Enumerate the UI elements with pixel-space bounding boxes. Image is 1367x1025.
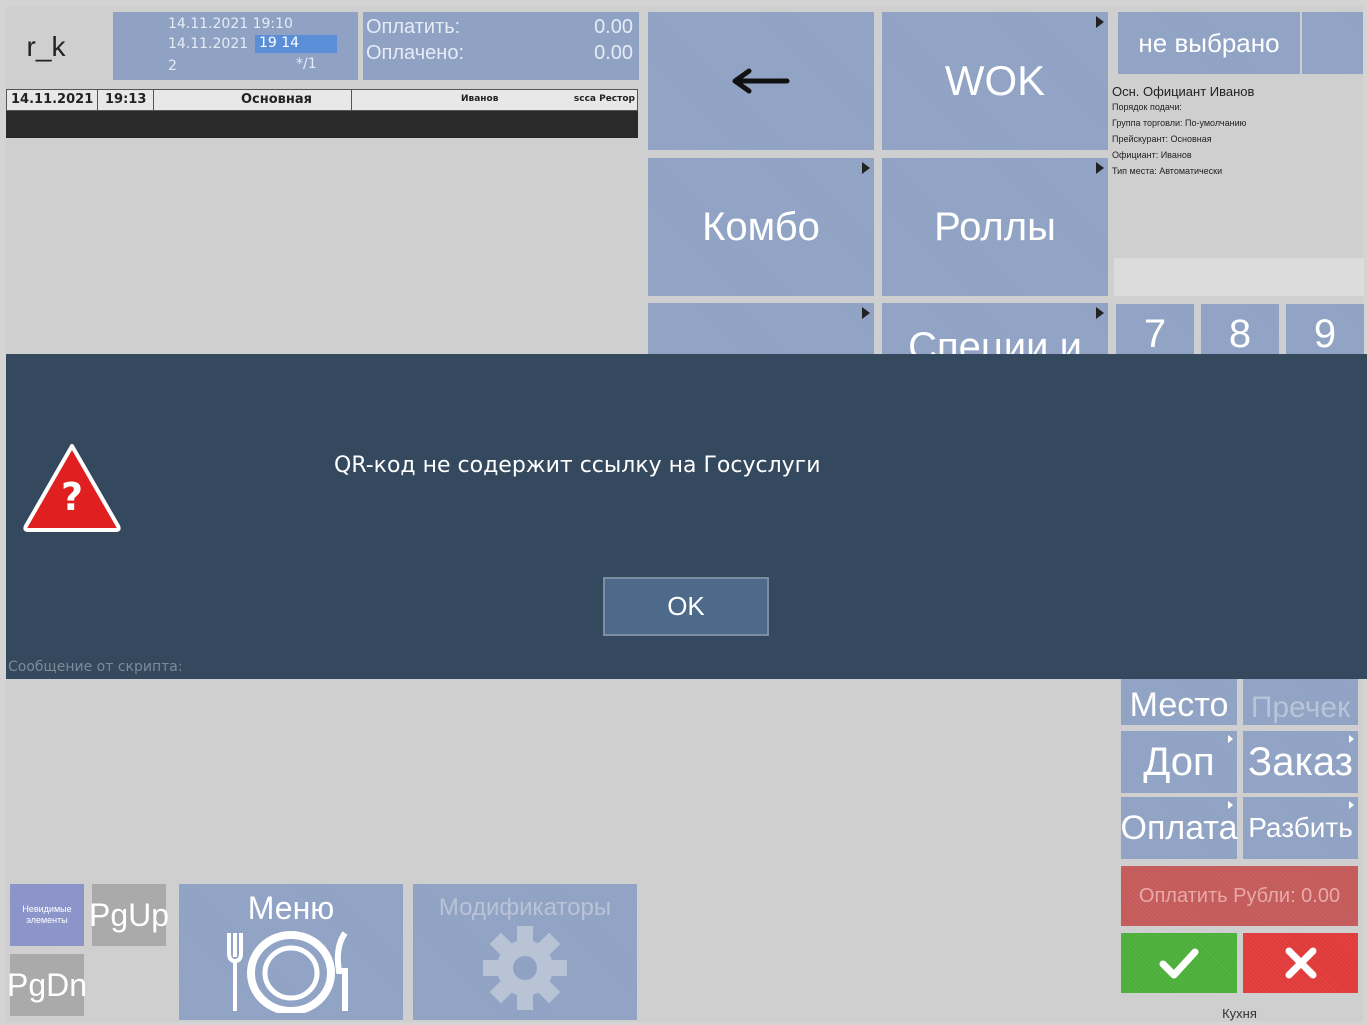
submenu-arrow-icon — [862, 307, 870, 319]
status-date: 14.11.2021 — [11, 92, 94, 107]
main-waiter-line: Осн. Официант Иванов — [1112, 84, 1362, 99]
not-selected-label: не выбрано — [1138, 27, 1280, 58]
category-spices[interactable]: Специи и — [882, 303, 1108, 354]
pay-rubles-label: Оплатить Рубли: 0.00 — [1138, 884, 1341, 907]
submenu-arrow-icon — [1096, 16, 1104, 28]
numpad-9[interactable]: 9 — [1286, 304, 1364, 354]
category-wok-label: WOK — [944, 57, 1046, 104]
pgdn-button[interactable]: PgDn — [6, 954, 88, 1016]
split-button[interactable]: Разбить — [1243, 797, 1358, 859]
svg-text:?: ? — [61, 475, 83, 519]
info-panel: Осн. Официант Иванов Порядок подачи: Гру… — [1112, 84, 1362, 254]
info-line: Группа торговли: По-умолчанию — [1112, 118, 1247, 128]
submenu-arrow-icon — [1228, 801, 1233, 809]
info-lines: Порядок подачи: Группа торговли: По-умол… — [1112, 99, 1362, 179]
dialog-message: QR-код не содержит ссылку на Госуслуги — [334, 453, 821, 478]
extra-button[interactable]: Доп — [1121, 731, 1237, 793]
invisible-elements-label: Невидимые элементы — [22, 904, 72, 925]
guest-count: 2 — [168, 58, 177, 74]
table-suffix: */1 — [296, 56, 317, 72]
info-line: Официант: Иванов — [1112, 150, 1192, 160]
status-waiter: Иванов — [461, 94, 499, 104]
modifiers-label: Модификаторы — [438, 894, 612, 921]
category-combo-label: Комбо — [702, 204, 820, 249]
pay-rubles-button[interactable]: Оплатить Рубли: 0.00 — [1121, 866, 1358, 926]
info-line: Порядок подачи: — [1112, 102, 1182, 112]
question-warning-icon: ? — [23, 444, 121, 532]
side-button[interactable] — [1302, 12, 1363, 74]
order-open-time: 14.11.2021 19:10 — [168, 16, 293, 32]
numpad-8[interactable]: 8 — [1201, 304, 1279, 354]
paid-label: Оплачено: — [366, 42, 465, 64]
menu-button[interactable]: Меню — [179, 884, 403, 1020]
logo: r_k — [26, 31, 66, 62]
numpad-9-label: 9 — [1313, 312, 1337, 354]
submenu-arrow-icon — [1228, 735, 1233, 743]
status-divider — [153, 90, 154, 110]
order-button[interactable]: Заказ — [1243, 731, 1358, 793]
modifiers-button[interactable]: Модификаторы — [413, 884, 637, 1020]
kitchen-label: Кухня — [1222, 1006, 1257, 1021]
submenu-arrow-icon — [1096, 307, 1104, 319]
order-label: Заказ — [1248, 739, 1353, 784]
ok-button[interactable]: OK — [603, 577, 769, 636]
back-button[interactable] — [648, 12, 874, 150]
gear-icon — [483, 926, 567, 1010]
place-button[interactable]: Место — [1121, 679, 1237, 725]
submenu-arrow-icon — [1349, 801, 1354, 809]
status-restaurant: scca Рестор — [573, 94, 635, 104]
info-line: Прейскурант: Основная — [1112, 134, 1212, 144]
main-waiter-label: Осн. Официант — [1112, 84, 1207, 99]
pgup-label: PgUp — [88, 896, 170, 933]
place-label: Место — [1129, 686, 1229, 724]
precheck-label: Пречек — [1250, 691, 1351, 724]
paid-value: 0.00 — [594, 42, 633, 64]
cross-icon — [1285, 947, 1316, 979]
cancel-button[interactable] — [1243, 933, 1358, 993]
info-input-strip[interactable] — [1114, 258, 1364, 296]
numpad-8-label: 8 — [1228, 312, 1252, 354]
status-bar: 14.11.2021 19:13 Основная Иванов scca Ре… — [6, 89, 638, 111]
category-wok[interactable]: WOK — [882, 12, 1108, 150]
numpad-7[interactable]: 7 — [1116, 304, 1194, 354]
main-waiter-name: Иванов — [1209, 84, 1255, 99]
arrow-left-icon — [732, 68, 790, 94]
menu-label: Меню — [247, 890, 335, 926]
precheck-button[interactable]: Пречек — [1243, 679, 1358, 725]
category-spices-label: Специи и — [908, 325, 1082, 354]
payment-label: Оплата — [1120, 808, 1238, 847]
invisible-elements-button[interactable]: Невидимые элементы — [10, 884, 84, 946]
payment-button[interactable]: Оплата — [1121, 797, 1237, 859]
status-divider — [97, 90, 98, 110]
category-rolls-label: Роллы — [934, 204, 1056, 249]
info-line: Тип места: Автоматически — [1112, 166, 1223, 176]
numpad-7-label: 7 — [1143, 312, 1167, 354]
to-pay-label: Оплатить: — [366, 16, 461, 38]
order-current-time: 19 14 — [255, 35, 337, 53]
order-current-date: 14.11.2021 — [168, 36, 249, 52]
pgdn-label: PgDn — [6, 966, 88, 1003]
status-time: 19:13 — [105, 92, 147, 107]
extra-label: Доп — [1143, 739, 1215, 784]
submenu-arrow-icon — [862, 162, 870, 174]
status-menu-name: Основная — [241, 92, 312, 107]
to-pay-value: 0.00 — [594, 16, 633, 38]
confirm-button[interactable] — [1121, 933, 1237, 993]
pgup-button[interactable]: PgUp — [88, 884, 170, 946]
plate-cutlery-icon — [227, 931, 348, 1013]
category-combo[interactable]: Комбо — [648, 158, 874, 296]
order-info[interactable]: 14.11.2021 19:10 14.11.2021 19 14 2 */1 — [113, 12, 358, 80]
category-rolls[interactable]: Роллы — [882, 158, 1108, 296]
status-divider — [351, 90, 352, 110]
submenu-arrow-icon — [1096, 162, 1104, 174]
checkmark-icon — [1159, 948, 1199, 979]
submenu-arrow-icon — [1349, 735, 1354, 743]
order-header-bar — [6, 111, 638, 138]
not-selected-button[interactable]: не выбрано — [1118, 12, 1300, 74]
category-empty[interactable] — [648, 303, 874, 354]
script-message-label: Сообщение от скрипта: — [8, 659, 183, 675]
split-label: Разбить — [1248, 812, 1353, 843]
payment-summary: Оплатить: 0.00 Оплачено: 0.00 — [363, 12, 639, 80]
